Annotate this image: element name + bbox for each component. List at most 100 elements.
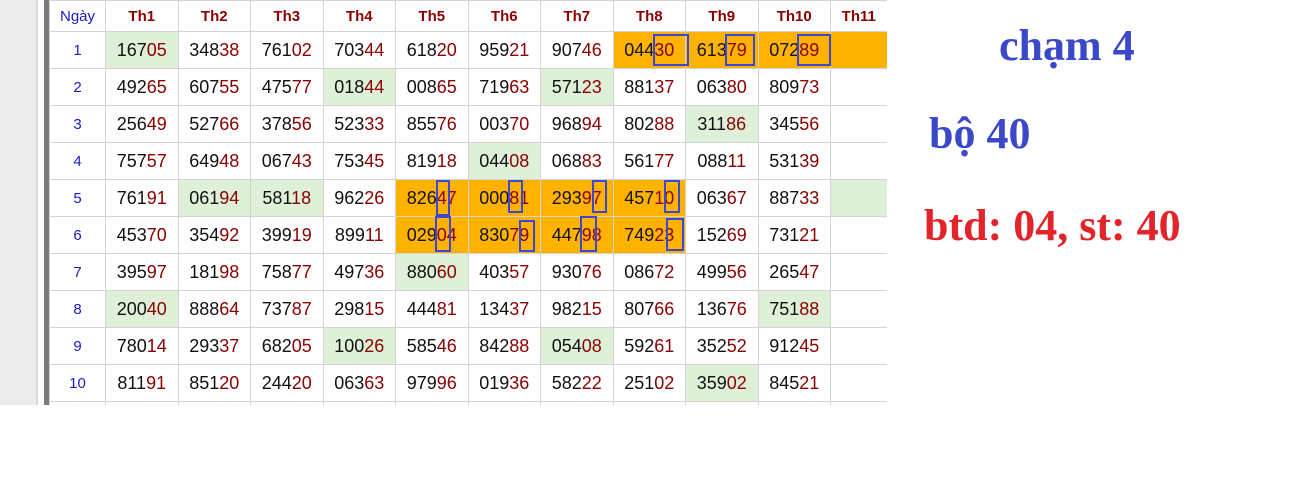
result-cell: 88060: [395, 253, 469, 291]
result-cell: 96226: [322, 179, 396, 217]
result-digits-tail: 33: [364, 113, 385, 134]
result-digits-tail: 36: [364, 261, 385, 282]
result-cell: 10026: [322, 327, 396, 365]
result-digits-tail: 10: [654, 187, 675, 208]
result-digits-tail: 47: [799, 261, 820, 282]
result-digits-tail: 44: [364, 76, 385, 97]
result-cell: 07289: [757, 31, 831, 69]
result-cell: 75345: [322, 142, 396, 180]
result-digits-head: 063: [334, 372, 365, 393]
left-gutter: [0, 0, 36, 405]
result-cell: 44481: [395, 290, 469, 328]
result-digits-head: 649: [189, 150, 220, 171]
result-digits-head: 826: [406, 187, 437, 208]
column-header-th2: Th2: [177, 0, 251, 32]
result-digits-tail: 97: [581, 187, 602, 208]
result-cell: [395, 401, 469, 405]
result-cell: [612, 401, 686, 405]
result-cell: 49956: [685, 253, 759, 291]
day-cell: 9: [49, 327, 106, 365]
result-digits-head: 293: [189, 335, 220, 356]
result-cell: [177, 401, 251, 405]
result-digits-tail: 37: [219, 335, 240, 356]
result-digits-head: 571: [551, 76, 582, 97]
result-cell: [322, 401, 396, 405]
result-digits-tail: 89: [799, 39, 820, 60]
result-digits-head: 134: [479, 298, 510, 319]
result-cell: 01936: [467, 364, 541, 402]
result-cell: 88733: [757, 179, 831, 217]
result-digits-tail: 15: [364, 298, 385, 319]
day-cell: 3: [49, 105, 106, 143]
result-digits-tail: 76: [436, 113, 457, 134]
result-cell: 58222: [540, 364, 614, 402]
result-digits-tail: 63: [364, 372, 385, 393]
result-cell: 06883: [540, 142, 614, 180]
result-digits-tail: 40: [146, 298, 167, 319]
result-digits-tail: 56: [726, 261, 747, 282]
result-digits-tail: 14: [146, 335, 167, 356]
result-digits-head: 607: [189, 76, 220, 97]
result-digits-head: 067: [261, 150, 292, 171]
result-digits-tail: 57: [146, 150, 167, 171]
result-cell: 80766: [612, 290, 686, 328]
result-digits-head: 757: [116, 150, 147, 171]
result-digits-head: 088: [697, 150, 728, 171]
result-cell: 93076: [540, 253, 614, 291]
result-cell: [757, 401, 831, 405]
result-digits-head: 072: [769, 39, 800, 60]
result-digits-tail: 47: [436, 187, 457, 208]
result-cell: 35252: [685, 327, 759, 365]
note-touch-4: chạm 4: [999, 21, 1135, 70]
result-digits-head: 086: [624, 261, 655, 282]
result-digits-tail: 05: [146, 39, 167, 60]
result-digits-tail: 72: [654, 261, 675, 282]
result-digits-head: 457: [624, 187, 655, 208]
result-digits-tail: 11: [727, 150, 747, 171]
left-divider: [36, 0, 38, 405]
note-set-40: bộ 40: [929, 109, 1031, 158]
result-digits-tail: 49: [146, 113, 167, 134]
result-digits-tail: 57: [509, 261, 530, 282]
result-digits-tail: 91: [146, 187, 167, 208]
result-cell: 06194: [177, 179, 251, 217]
result-cell: [830, 179, 887, 217]
result-digits-head: 054: [551, 335, 582, 356]
result-digits-tail: 26: [364, 187, 385, 208]
result-digits-head: 830: [479, 224, 510, 245]
result-cell: 59261: [612, 327, 686, 365]
result-digits-tail: 94: [219, 187, 240, 208]
column-header-th1: Th1: [105, 0, 179, 32]
result-digits-tail: 23: [581, 76, 602, 97]
result-digits-head: 585: [406, 335, 437, 356]
result-digits-tail: 02: [654, 372, 675, 393]
table-row: 3 25649 52766 37856 52333 85576 00370 96894 8028…: [49, 105, 887, 143]
result-digits-tail: 91: [146, 372, 167, 393]
result-cell: 08672: [612, 253, 686, 291]
result-digits-tail: 77: [291, 261, 312, 282]
result-cell: 75877: [250, 253, 324, 291]
result-cell: 44798: [540, 216, 614, 254]
day-cell: 7: [49, 253, 106, 291]
result-digits-head: 348: [189, 39, 220, 60]
result-digits-head: 256: [116, 113, 147, 134]
table-row: 8 20040 88864 73787 29815 44481 13437 98215 8076…: [49, 290, 887, 328]
result-cell: [830, 142, 887, 180]
result-digits-head: 761: [116, 187, 147, 208]
result-digits-tail: 79: [726, 39, 747, 60]
result-cell: 82647: [395, 179, 469, 217]
result-digits-head: 523: [334, 113, 365, 134]
result-digits-tail: 38: [219, 39, 240, 60]
result-digits-tail: 76: [581, 261, 602, 282]
result-cell: 71963: [467, 68, 541, 106]
result-digits-head: 753: [334, 150, 365, 171]
column-header-th5: Th5: [395, 0, 469, 32]
result-digits-tail: 77: [654, 150, 675, 171]
table-row: 1 16705 34838 76102 70344 61820 95921 90746 0443…: [49, 31, 887, 69]
result-digits-tail: 15: [581, 298, 602, 319]
result-cell: 96894: [540, 105, 614, 143]
result-cell: 88137: [612, 68, 686, 106]
result-digits-tail: 30: [654, 39, 675, 60]
day-cell: 4: [49, 142, 106, 180]
result-digits-tail: 21: [799, 372, 820, 393]
